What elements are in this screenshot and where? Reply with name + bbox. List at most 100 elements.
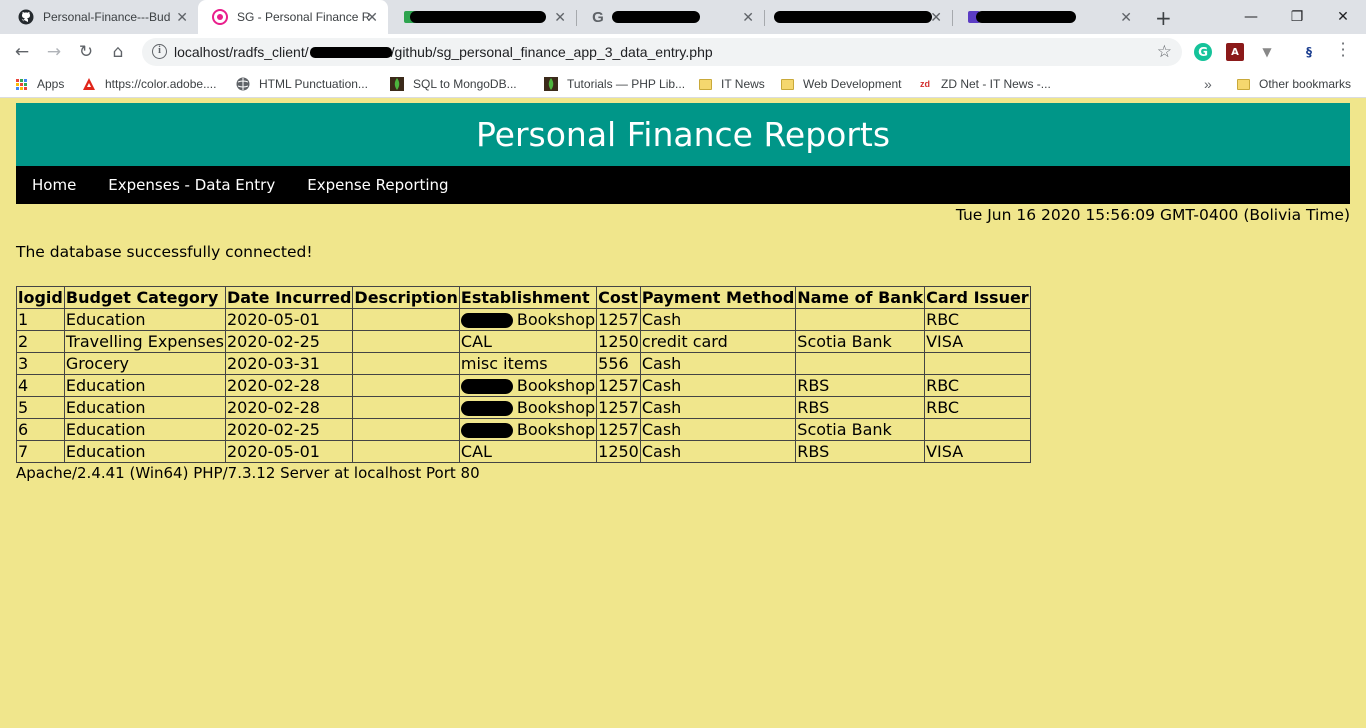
bookmark-label: HTML Punctuation... (259, 77, 368, 91)
other-bookmarks[interactable]: Other bookmarks (1236, 76, 1351, 92)
nav-expense-reporting[interactable]: Expense Reporting (291, 176, 464, 194)
table-cell: 6 (16, 418, 65, 441)
current-datetime: Tue Jun 16 2020 15:56:09 GMT-0400 (Boliv… (955, 206, 1350, 224)
bookmark-folder[interactable]: Web Development (780, 76, 902, 92)
table-cell: 4 (16, 374, 65, 397)
folder-icon (698, 77, 712, 91)
tab-divider (764, 10, 765, 26)
google-icon: G (592, 8, 604, 26)
bookmark-star-icon[interactable]: ☆ (1157, 42, 1172, 62)
table-row: 2 Travelling Expenses 2020-02-25 CAL 1250 cre… (16, 330, 1031, 353)
db-status-message: The database successfully connected! (16, 243, 313, 261)
globe-icon (236, 77, 250, 91)
redaction-mark (612, 11, 700, 23)
bookmark-item[interactable]: SQL to MongoDB... (390, 76, 517, 92)
table-cell: Education (63, 308, 226, 331)
bookmark-label: ZD Net - IT News -... (941, 77, 1051, 91)
close-window-icon[interactable]: ✕ (1320, 0, 1366, 34)
bookmark-label: IT News (721, 77, 765, 91)
site-icon (212, 9, 228, 25)
close-tab-icon[interactable]: ✕ (742, 9, 754, 25)
table-cell: credit card (639, 330, 797, 353)
table-cell: CAL (458, 330, 598, 353)
close-tab-icon[interactable]: ✕ (930, 9, 942, 25)
table-cell (924, 352, 1031, 375)
table-row: 4 Education 2020-02-28 Bookshop 1257 Cash RBS R… (16, 374, 1031, 397)
forward-arrow-icon[interactable]: → (44, 42, 64, 62)
table-cell: Education (63, 418, 226, 441)
bookmark-item[interactable]: https://color.adobe.... (82, 76, 216, 92)
table-cell: 7 (16, 440, 65, 463)
bookmark-folder[interactable]: IT News (698, 76, 765, 92)
cell-text: Bookshop (516, 375, 596, 395)
table-cell: Bookshop (458, 308, 598, 331)
bookmark-item[interactable]: zd ZD Net - IT News -... (918, 76, 1051, 92)
new-tab-icon[interactable]: + (1155, 6, 1172, 30)
tab-divider (952, 10, 953, 26)
table-cell: 1250 (596, 330, 641, 353)
close-tab-icon[interactable]: ✕ (554, 9, 566, 25)
table-cell: 2020-05-01 (224, 440, 354, 463)
table-cell: Bookshop (458, 374, 598, 397)
grammarly-icon[interactable]: G (1194, 43, 1212, 61)
redaction-mark (410, 11, 546, 23)
tab-divider (576, 10, 577, 26)
table-cell: 2020-05-01 (224, 308, 354, 331)
folder-icon (780, 77, 794, 91)
browser-tab-active[interactable]: SG - Personal Finance R ✕ (198, 0, 388, 34)
bookmark-apps[interactable]: Apps (14, 76, 64, 92)
tab-strip: Personal-Finance---Bud ✕ SG - Personal F… (0, 0, 1366, 34)
browser-tab[interactable]: Personal-Finance---Bud ✕ (4, 0, 198, 34)
table-cell: 1250 (596, 440, 641, 463)
bookmark-label: Other bookmarks (1259, 77, 1352, 91)
table-row: 5 Education 2020-02-28 Bookshop 1257 Cash RBS R… (16, 396, 1031, 419)
restore-icon[interactable]: ❐ (1274, 0, 1320, 34)
column-header: Date Incurred (224, 286, 354, 309)
table-cell: 1257 (596, 308, 641, 331)
table-cell: 2020-03-31 (224, 352, 354, 375)
table-cell: misc items (458, 352, 598, 375)
table-cell: 2020-02-25 (224, 418, 354, 441)
site-info-icon[interactable]: i (152, 44, 167, 59)
apps-grid-icon (14, 77, 28, 91)
home-icon[interactable]: ⌂ (108, 42, 128, 62)
page-title: Personal Finance Reports (475, 115, 891, 154)
table-body: 1 Education 2020-05-01 Bookshop 1257 Cash RBC 2… (16, 308, 1031, 463)
cell-text: Bookshop (516, 309, 596, 329)
mongodb-icon (390, 77, 404, 91)
table-cell: Bookshop (458, 396, 598, 419)
minimize-icon[interactable]: — (1228, 0, 1274, 34)
bookmarks-overflow-button[interactable]: » (1204, 76, 1212, 92)
table-cell: 1257 (596, 396, 641, 419)
bookmark-item[interactable]: Tutorials — PHP Lib... (544, 76, 685, 92)
table-cell: Cash (639, 374, 797, 397)
table-cell: 2020-02-28 (224, 374, 354, 397)
zdnet-icon: zd (920, 79, 930, 89)
table-cell: Cash (639, 418, 797, 441)
table-cell (924, 418, 1031, 441)
menu-icon[interactable]: · · · (1338, 36, 1348, 64)
bookmarks-bar: Apps https://color.adobe.... HTML Punctu… (0, 70, 1366, 98)
table-cell: 2020-02-28 (224, 396, 354, 419)
redaction-mark (310, 47, 392, 58)
back-arrow-icon[interactable]: ← (12, 42, 32, 62)
bookmark-item[interactable]: HTML Punctuation... (236, 76, 368, 92)
table-cell: Education (63, 374, 226, 397)
reload-icon[interactable]: ↻ (76, 42, 96, 62)
nav-expenses-data-entry[interactable]: Expenses - Data Entry (92, 176, 291, 194)
table-row: 3 Grocery 2020-03-31 misc items 556 Cash (16, 352, 1031, 375)
close-tab-icon[interactable]: ✕ (1120, 9, 1132, 25)
extension-icon[interactable]: § (1300, 43, 1318, 61)
table-cell: 556 (596, 352, 641, 375)
close-tab-icon[interactable]: ✕ (176, 9, 188, 25)
extension-v-icon[interactable]: ▼ (1258, 43, 1276, 61)
nav-home[interactable]: Home (16, 176, 92, 194)
pdf-icon[interactable]: A (1226, 43, 1244, 61)
column-header: Establishment (458, 286, 598, 309)
bookmark-label: https://color.adobe.... (105, 77, 217, 91)
address-bar[interactable]: i localhost/radfs_client//github/sg_pers… (142, 38, 1182, 66)
table-cell (352, 396, 460, 419)
close-tab-icon[interactable]: ✕ (366, 9, 378, 25)
table-cell (352, 374, 460, 397)
column-header: Description (352, 286, 460, 309)
